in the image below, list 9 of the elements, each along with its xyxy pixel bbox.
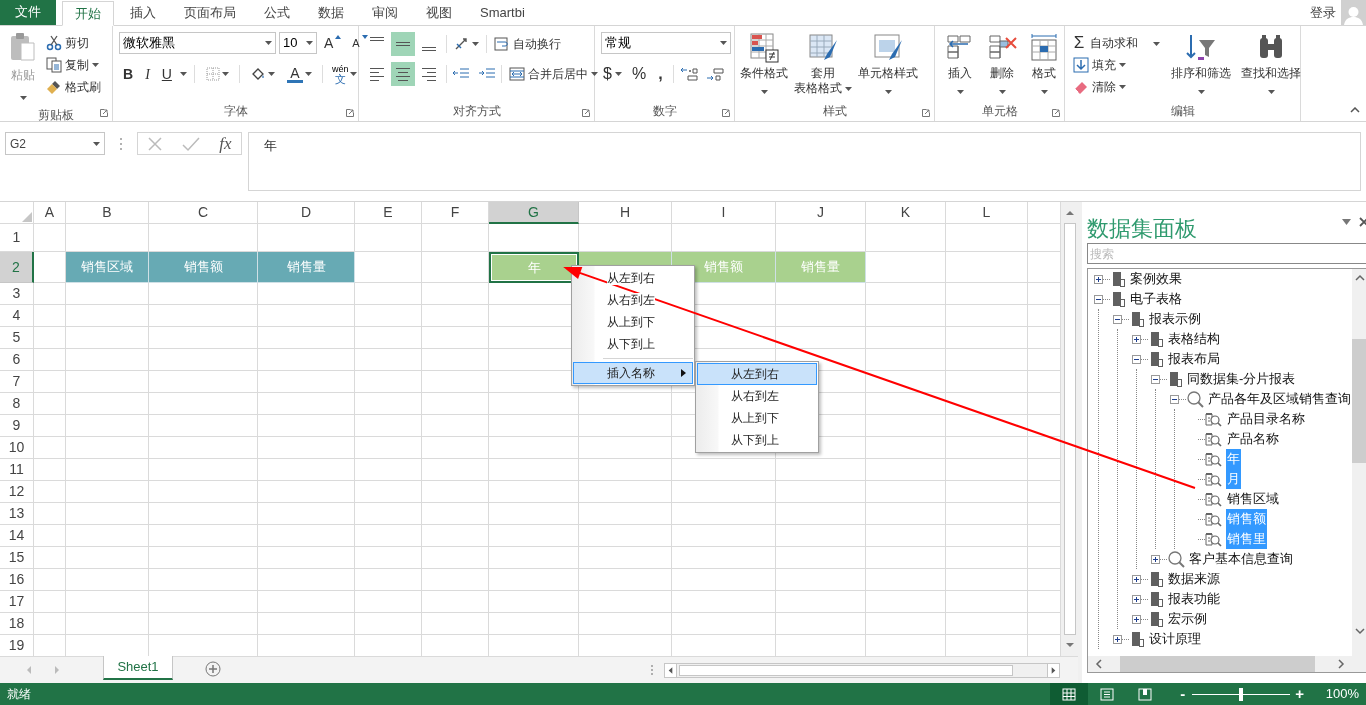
group-label: 剪贴板 — [38, 107, 74, 124]
group-label: 字体 — [223, 103, 248, 120]
panel-title: 数据集面板 — [1087, 214, 1198, 243]
group-label: 对齐方式 — [452, 103, 501, 120]
group-label: 单元格 — [981, 103, 1018, 120]
group-label: 样式 — [822, 103, 847, 120]
group-label: 数字 — [652, 103, 677, 120]
status-text: 就绪 — [7, 686, 31, 703]
group-label: 编辑 — [1170, 103, 1195, 120]
